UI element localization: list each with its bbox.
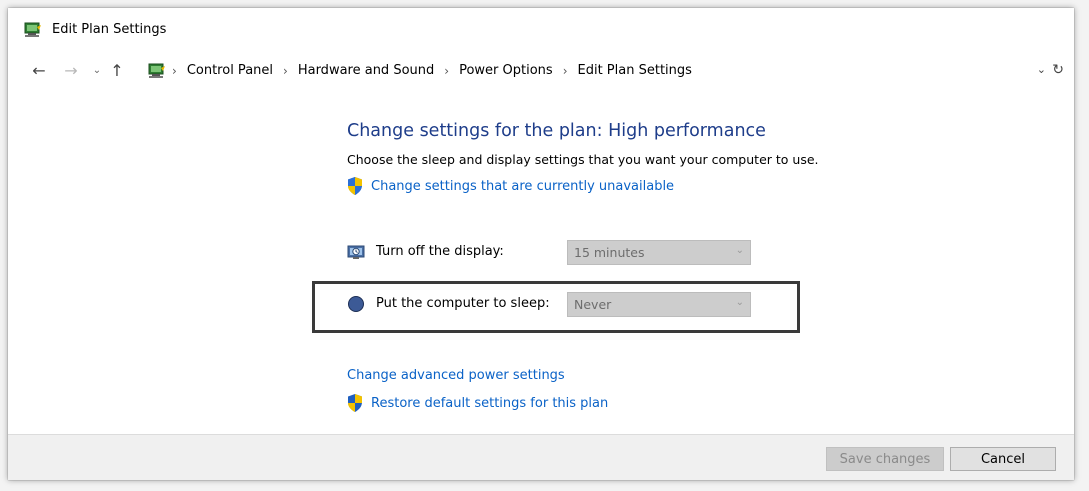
address-dropdown-icon[interactable]: ⌄ [1037, 63, 1046, 76]
sleep-timeout-value: Never [574, 297, 612, 312]
breadcrumb: › Control Panel › Hardware and Sound › P… [172, 63, 692, 78]
main-content: Change settings for the plan: High perfo… [8, 84, 1074, 434]
page-title: Change settings for the plan: High perfo… [347, 121, 766, 141]
address-bar[interactable]: › Control Panel › Hardware and Sound › P… [140, 58, 1074, 85]
arrow-left-icon[interactable]: ← [30, 60, 48, 80]
refresh-icon[interactable]: ↻ [1052, 62, 1064, 78]
cancel-button[interactable]: Cancel [950, 447, 1056, 471]
display-timeout-row: Turn off the display: 15 minutes ⌄ [347, 240, 757, 266]
navigation-bar: ← → ⌄ ↑ › Control Panel › Hardware and S… [8, 58, 1074, 84]
change-unavailable-settings-label[interactable]: Change settings that are currently unava… [371, 179, 674, 194]
display-timeout-value: 15 minutes [574, 245, 645, 260]
save-changes-button[interactable]: Save changes [826, 447, 944, 471]
breadcrumb-edit-plan-settings[interactable]: Edit Plan Settings [578, 63, 692, 78]
arrow-right-icon[interactable]: → [62, 60, 80, 80]
breadcrumb-hardware-and-sound[interactable]: Hardware and Sound [298, 63, 434, 78]
title-bar: Edit Plan Settings [8, 8, 1074, 48]
change-unavailable-settings-link[interactable]: Change settings that are currently unava… [347, 177, 674, 195]
page-description: Choose the sleep and display settings th… [347, 152, 819, 167]
sleep-timeout-row: Put the computer to sleep: Never ⌄ [347, 292, 757, 318]
control-panel-icon [148, 63, 165, 78]
breadcrumb-separator[interactable]: › [283, 64, 288, 78]
advanced-power-settings-link[interactable]: Change advanced power settings [347, 368, 565, 383]
restore-defaults-link[interactable]: Restore default settings for this plan [347, 394, 608, 412]
uac-shield-icon [348, 177, 362, 195]
uac-shield-icon [348, 394, 362, 412]
breadcrumb-separator[interactable]: › [444, 64, 449, 78]
sleep-timeout-select[interactable]: Never ⌄ [567, 292, 751, 317]
display-timer-icon [347, 245, 365, 259]
chevron-down-icon: ⌄ [735, 297, 744, 308]
breadcrumb-control-panel[interactable]: Control Panel [187, 63, 273, 78]
display-timeout-label: Turn off the display: [376, 244, 504, 259]
chevron-down-icon[interactable]: ⌄ [88, 60, 106, 80]
breadcrumb-power-options[interactable]: Power Options [459, 63, 553, 78]
chevron-down-icon: ⌄ [735, 245, 744, 256]
edit-plan-settings-window: Edit Plan Settings ← → ⌄ ↑ › Control Pan… [8, 8, 1074, 480]
restore-defaults-label[interactable]: Restore default settings for this plan [371, 396, 608, 411]
footer-bar: Save changes Cancel [8, 434, 1074, 480]
sleep-moon-icon [348, 296, 364, 312]
arrow-up-icon[interactable]: ↑ [108, 60, 126, 80]
power-options-icon [24, 22, 41, 37]
breadcrumb-separator[interactable]: › [172, 64, 177, 78]
display-timeout-select[interactable]: 15 minutes ⌄ [567, 240, 751, 265]
window-title: Edit Plan Settings [52, 22, 167, 37]
sleep-timeout-label: Put the computer to sleep: [376, 296, 550, 311]
breadcrumb-separator[interactable]: › [563, 64, 568, 78]
